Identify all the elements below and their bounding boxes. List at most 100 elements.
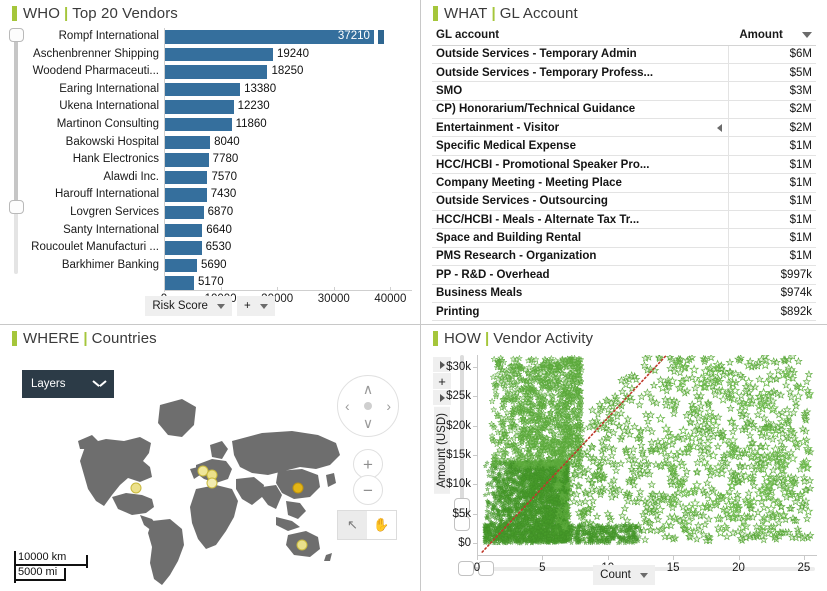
pan-right-icon[interactable]: › bbox=[386, 399, 391, 413]
bar-row[interactable]: Roucoulet Manufacturi ... 6530 bbox=[30, 239, 412, 257]
bar-category-label: Woodend Pharmaceuti... bbox=[32, 65, 159, 78]
bar-row[interactable]: Aschenbrenner Shipping 19240 bbox=[30, 45, 412, 64]
map-marker-europe-3[interactable] bbox=[206, 477, 218, 489]
who-slider-track-filled bbox=[14, 36, 18, 211]
panel-title-where: WHERE | Countries bbox=[0, 325, 420, 347]
bar-track: 5690 bbox=[164, 256, 412, 275]
risk-score-dropdown[interactable]: Risk Score bbox=[145, 296, 232, 316]
add-measure-dropdown[interactable]: + bbox=[236, 296, 275, 316]
bar-fill[interactable] bbox=[165, 258, 197, 273]
bar-track: 6530 bbox=[164, 239, 412, 257]
bar-fill[interactable] bbox=[165, 153, 209, 167]
table-row[interactable]: PP - R&D - Overhead $997k bbox=[432, 265, 816, 285]
bar-row[interactable]: Martinon Consulting 11860 bbox=[30, 115, 412, 134]
bar-fill[interactable] bbox=[165, 188, 207, 202]
bar-category-label: Lovgren Services bbox=[70, 205, 159, 218]
panel-title-where-prefix: WHERE bbox=[23, 330, 80, 347]
bar-fill[interactable] bbox=[165, 223, 203, 238]
map-marker-usa[interactable] bbox=[130, 482, 142, 494]
table-row[interactable]: Space and Building Rental $1M bbox=[432, 228, 816, 248]
bar-fill[interactable] bbox=[165, 47, 273, 62]
pan-up-icon[interactable]: ∧ bbox=[363, 382, 373, 396]
x-axis-tickmark bbox=[277, 287, 279, 291]
table-row[interactable]: PMS Research - Organization $1M bbox=[432, 247, 816, 267]
table-row[interactable]: HCC/HCBI - Meals - Alternate Tax Tr... $1… bbox=[432, 210, 816, 230]
bar-fill[interactable] bbox=[165, 241, 202, 255]
pan-left-icon[interactable]: ‹ bbox=[345, 399, 350, 413]
table-row[interactable]: HCC/HCBI - Promotional Speaker Pro... $1M bbox=[432, 155, 816, 175]
bar-fill[interactable] bbox=[165, 117, 232, 132]
triangle-left-icon[interactable] bbox=[716, 123, 722, 132]
table-row[interactable]: CP) Honorarium/Technical Guidance $2M bbox=[432, 100, 816, 120]
layers-dropdown-button[interactable]: Layers bbox=[22, 370, 114, 398]
bar-fill[interactable] bbox=[165, 100, 234, 114]
bar-row[interactable]: Woodend Pharmaceuti... 18250 bbox=[30, 63, 412, 81]
x-axis-tickmark bbox=[390, 287, 392, 291]
table-row[interactable]: Company Meeting - Meeting Place $1M bbox=[432, 173, 816, 193]
map-region-south-america bbox=[148, 519, 184, 585]
who-footer-controls: Risk Score + bbox=[0, 296, 420, 316]
count-dropdown[interactable]: Count bbox=[593, 565, 655, 585]
x-axis-tickmark bbox=[220, 287, 222, 291]
cell-amount: $974k bbox=[727, 284, 816, 303]
column-header-gl-account[interactable]: GL account bbox=[432, 26, 728, 46]
who-slider-handle-top[interactable] bbox=[9, 28, 24, 42]
bar-fill[interactable] bbox=[165, 65, 268, 79]
bar-row[interactable]: Barkhimer Banking 5690 bbox=[30, 256, 412, 275]
map-marker-europe-1[interactable] bbox=[197, 465, 209, 477]
y-axis-tickmark bbox=[473, 543, 477, 545]
bar-fill[interactable] bbox=[165, 170, 208, 185]
bar-value-label: 6530 bbox=[205, 241, 232, 254]
map-zoom-out-button[interactable]: − bbox=[353, 475, 383, 505]
column-header-amount[interactable]: Amount bbox=[728, 26, 816, 46]
map-canvas[interactable]: Layers ∧ ∨ ‹ › + − ↖ ✋ 10000 km 5000 mi bbox=[0, 349, 420, 591]
bar-fill[interactable] bbox=[165, 135, 211, 150]
bar-row[interactable]: Santy International 6640 bbox=[30, 221, 412, 240]
bar-row[interactable]: Rompf International 37210 bbox=[30, 28, 412, 46]
table-row[interactable]: Printing $892k bbox=[432, 302, 816, 322]
cell-gl-account: PMS Research - Organization bbox=[432, 247, 728, 267]
bar-row[interactable]: Hank Electronics 7780 bbox=[30, 151, 412, 169]
table-row[interactable]: Entertainment - Visitor $2M bbox=[432, 118, 816, 138]
x-axis-tickmark bbox=[738, 556, 740, 560]
table-row[interactable]: Outside Services - Temporary Admin $6M bbox=[432, 45, 816, 64]
scatter-plot-area[interactable]: $0$5k$10k$15k$20k$25k$30k 0510152025 bbox=[446, 351, 817, 574]
bar-fill[interactable] bbox=[165, 82, 241, 97]
table-row[interactable]: Specific Medical Expense $1M bbox=[432, 136, 816, 156]
how-vertical-range-slider[interactable] bbox=[454, 355, 470, 531]
how-add-button[interactable]: + bbox=[433, 373, 451, 389]
bar-row[interactable]: Earing International 13380 bbox=[30, 80, 412, 99]
bar-row[interactable]: Ukena International 12230 bbox=[30, 98, 412, 116]
panel-title-how-text: Vendor Activity bbox=[493, 330, 594, 347]
map-marker-japan[interactable] bbox=[292, 482, 304, 494]
bar-track: 37210 bbox=[164, 28, 412, 46]
bar-row[interactable]: Alawdi Inc. 7570 bbox=[30, 168, 412, 187]
y-axis-tickmark bbox=[473, 513, 477, 515]
pan-center-dot-icon[interactable] bbox=[364, 402, 372, 410]
table-row[interactable]: Outside Services - Outsourcing $1M bbox=[432, 192, 816, 212]
map-marker-australia[interactable] bbox=[296, 539, 308, 551]
panel-what-gl-account: WHAT | GL Account GL account Amount Outs… bbox=[421, 0, 827, 325]
bar-row[interactable]: Bakowski Hospital 8040 bbox=[30, 133, 412, 152]
scale-bar-mi-row: 5000 mi bbox=[14, 566, 66, 581]
map-select-mode-button[interactable]: ↖ bbox=[338, 511, 367, 539]
bar-fill-secondary[interactable] bbox=[377, 30, 384, 44]
pan-down-icon[interactable]: ∨ bbox=[363, 416, 373, 430]
who-vertical-range-slider[interactable] bbox=[9, 28, 24, 280]
bar-row[interactable]: Lovgren Services 6870 bbox=[30, 203, 412, 222]
cell-gl-account: Outside Services - Outsourcing bbox=[432, 192, 728, 212]
dashboard: WHO | Top 20 Vendors Rompf International… bbox=[0, 0, 827, 591]
bar-row[interactable]: Harouff International 7430 bbox=[30, 186, 412, 204]
bar-fill[interactable] bbox=[165, 205, 204, 220]
cell-amount: $1M bbox=[727, 192, 816, 212]
bar-fill[interactable] bbox=[165, 276, 195, 290]
map-region-africa bbox=[190, 485, 238, 549]
table-row[interactable]: Outside Services - Temporary Profess... $… bbox=[432, 63, 816, 83]
table-row[interactable]: Business Meals $974k bbox=[432, 284, 816, 303]
map-pan-control[interactable]: ∧ ∨ ‹ › bbox=[337, 375, 399, 437]
sort-descending-icon[interactable] bbox=[802, 31, 812, 38]
who-slider-handle-bottom[interactable] bbox=[9, 200, 24, 214]
map-pan-mode-button[interactable]: ✋ bbox=[367, 511, 396, 539]
table-row[interactable]: SMO $3M bbox=[432, 81, 816, 101]
bar-category-label: Rompf International bbox=[58, 30, 159, 42]
